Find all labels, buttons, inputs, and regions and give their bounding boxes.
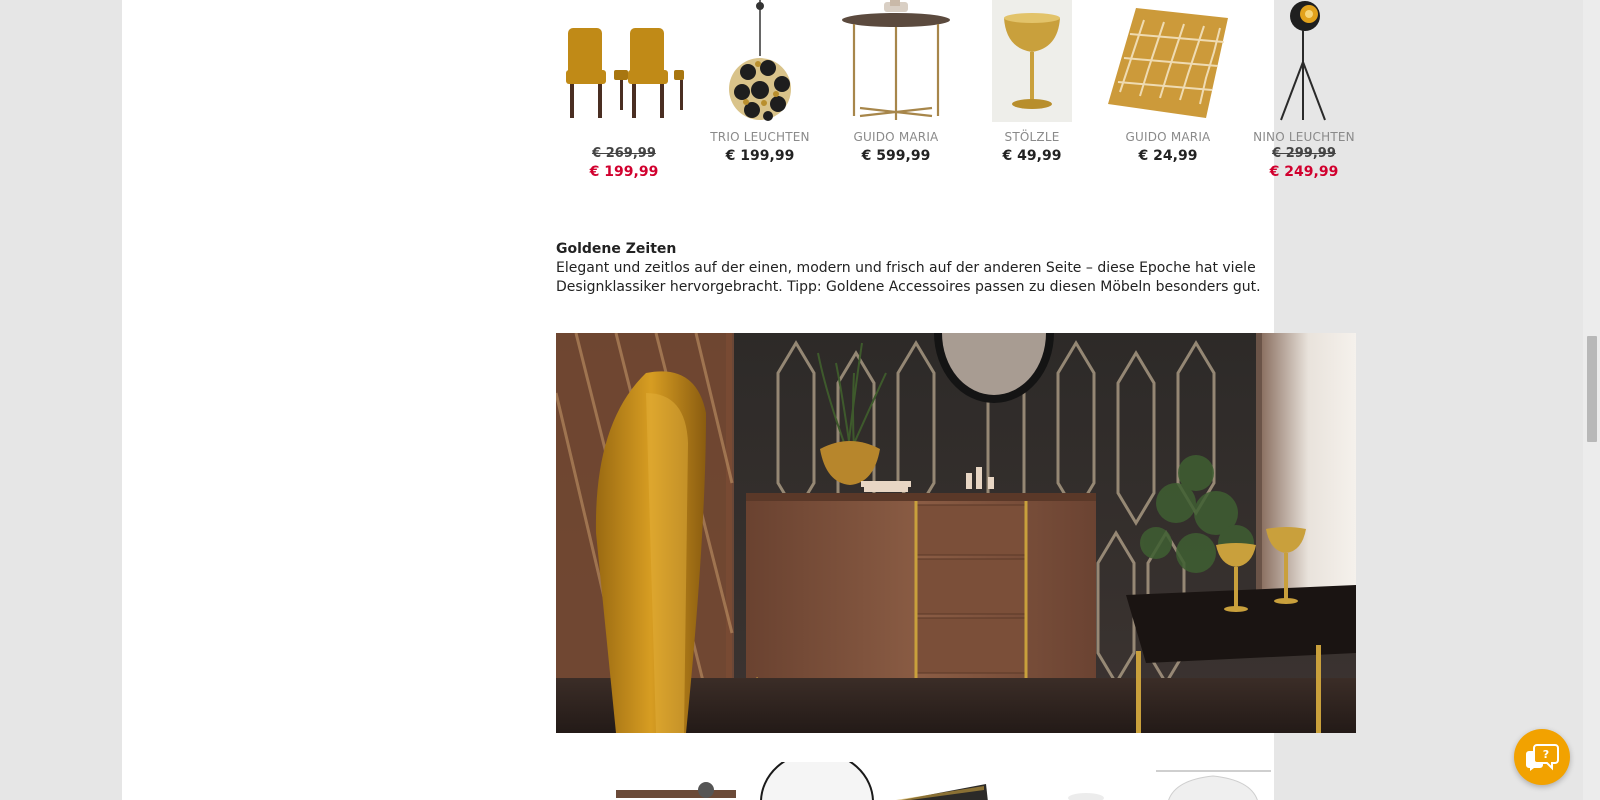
article-title: Goldene Zeiten	[556, 241, 677, 257]
product-price: € 249,99	[1269, 164, 1339, 180]
product-card[interactable]: NINO LEUCHTEN € 299,99 € 249,99	[1236, 0, 1372, 180]
product-brand: TRIO LEUCHTEN	[710, 130, 810, 144]
product-image-pendant-lamp[interactable]	[692, 0, 828, 122]
product-brand: GUIDO MARIA	[1125, 130, 1211, 144]
next-product-row	[556, 762, 1356, 800]
content-column: € 269,99 € 199,99 TRIO LEUCHTEN € 199,99…	[122, 0, 1356, 800]
product-brand: STÖLZLE	[1004, 130, 1060, 144]
product-card[interactable]: GUIDO MARIA € 599,99	[828, 0, 964, 164]
product-image-side-table[interactable]	[828, 0, 964, 122]
product-price-old: € 299,99	[1272, 146, 1336, 161]
product-card[interactable]: TRIO LEUCHTEN € 199,99	[692, 0, 828, 164]
product-price: € 199,99	[589, 164, 659, 180]
product-card[interactable]: STÖLZLE € 49,99	[964, 0, 1100, 164]
product-price-old: € 269,99	[592, 146, 656, 161]
product-card[interactable]: GUIDO MARIA € 24,99	[1100, 0, 1236, 164]
product-price: € 599,99	[861, 148, 931, 164]
product-image-champagne-glass[interactable]	[964, 0, 1100, 122]
scrollbar-thumb[interactable]	[1587, 336, 1597, 442]
product-image-floor-lamp[interactable]	[1236, 0, 1372, 122]
product-image-dining-chairs[interactable]	[556, 0, 692, 122]
product-brand	[556, 130, 692, 145]
product-price: € 199,99	[725, 148, 795, 164]
product-image-rug[interactable]	[1100, 0, 1236, 122]
product-brand: GUIDO MARIA	[853, 130, 939, 144]
hero-image[interactable]	[556, 333, 1356, 733]
product-card[interactable]: € 269,99 € 199,99	[556, 0, 692, 180]
product-price: € 49,99	[1002, 148, 1062, 164]
product-row: € 269,99 € 199,99 TRIO LEUCHTEN € 199,99…	[556, 0, 1356, 190]
product-brand: NINO LEUCHTEN	[1253, 130, 1355, 144]
svg-text:?: ?	[1543, 748, 1549, 761]
article-body: Elegant und zeitlos auf der einen, moder…	[556, 260, 1261, 295]
chat-help-icon: ?	[1526, 744, 1559, 771]
vertical-scrollbar[interactable]	[1583, 0, 1600, 800]
interior-photo-sideboard	[556, 333, 1356, 733]
chat-help-button[interactable]: ?	[1514, 729, 1570, 785]
article-section: Goldene Zeiten Elegant und zeitlos auf d…	[556, 240, 1356, 297]
product-price: € 24,99	[1138, 148, 1198, 164]
